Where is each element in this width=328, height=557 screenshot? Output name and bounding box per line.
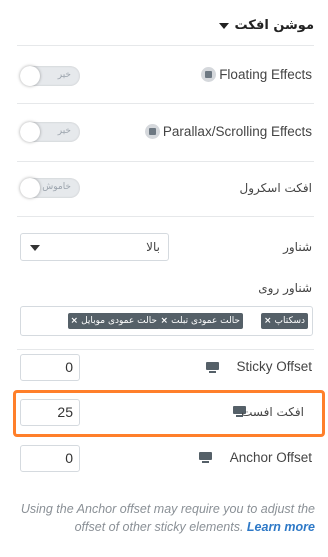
toggle-knob [20, 178, 40, 198]
sticky-offset-input[interactable]: 0 [20, 354, 80, 381]
toggle-knob [20, 66, 40, 86]
tag-desktop[interactable]: × دسکتاپ [261, 313, 308, 329]
tag-tablet-portrait[interactable]: × حالت عمودی تبلت [157, 313, 243, 329]
section-title: موشن افکت [234, 18, 315, 33]
parallax-effects-label: Parallax/Scrolling Effects [162, 124, 312, 139]
remove-tag-icon[interactable]: × [264, 316, 272, 326]
anchor-offset-note: Using the Anchor offset may require you … [20, 500, 315, 536]
parallax-effects-row: Parallax/Scrolling Effects [144, 124, 312, 139]
sticky-select[interactable]: بالا [20, 233, 169, 261]
pro-icon [201, 67, 217, 82]
tag-mobile-portrait[interactable]: × حالت عمودی موبایل [67, 313, 160, 329]
learn-more-link[interactable]: Learn more [247, 520, 315, 534]
pro-icon [144, 124, 160, 139]
sticky-offset-label: Sticky Offset [236, 359, 312, 374]
chevron-down-icon [30, 245, 40, 251]
motion-effects-section-toggle[interactable]: موشن افکت [218, 18, 315, 33]
divider [17, 349, 314, 350]
parallax-effects-toggle[interactable]: خیر [20, 122, 80, 142]
toggle-text: خیر [57, 70, 71, 80]
sticky-on-label: شناور روی [258, 281, 312, 295]
floating-effects-row: Floating Effects [201, 67, 312, 82]
divider [17, 45, 314, 46]
remove-tag-icon[interactable]: × [71, 316, 79, 326]
divider [17, 103, 314, 104]
toggle-knob [20, 122, 40, 142]
sticky-label: شناور [283, 240, 312, 254]
divider [17, 216, 314, 217]
divider [17, 161, 314, 162]
anchor-offset-label: Anchor Offset [229, 450, 312, 465]
floating-effects-label: Floating Effects [219, 67, 312, 82]
sticky-on-multiselect[interactable]: × دسکتاپ × حالت عمودی تبلت × حالت عمودی موب… [20, 306, 313, 336]
toggle-text: خاموش [42, 182, 71, 192]
scroll-effects-label: افکت اسکرول [239, 181, 312, 195]
effects-offset-label: افکت افست [241, 405, 304, 419]
desktop-monitor-icon[interactable] [206, 362, 219, 374]
anchor-offset-input[interactable]: 0 [20, 445, 80, 472]
desktop-monitor-icon[interactable] [199, 452, 212, 464]
effects-offset-input[interactable]: 25 [20, 399, 80, 426]
sticky-select-value: بالا [146, 240, 160, 254]
caret-down-icon [218, 22, 229, 29]
toggle-text: خیر [57, 126, 71, 136]
remove-tag-icon[interactable]: × [161, 316, 169, 326]
scroll-effects-toggle[interactable]: خاموش [20, 178, 80, 198]
floating-effects-toggle[interactable]: خیر [20, 66, 80, 86]
